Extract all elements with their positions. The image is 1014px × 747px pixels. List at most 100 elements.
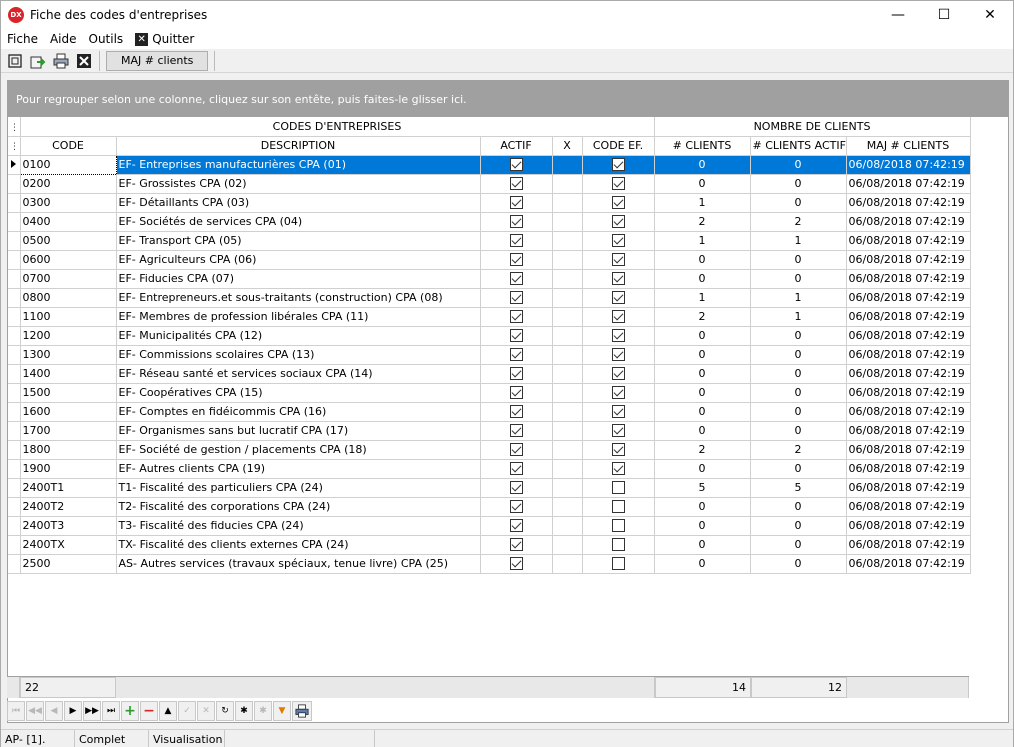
row-indicator[interactable]: [8, 345, 21, 365]
table-row[interactable]: 0200 EF- Grossistes CPA (02) 0 0 06/08/2…: [8, 174, 971, 194]
code-ef-checkbox[interactable]: [611, 234, 625, 248]
cell-description[interactable]: T3- Fiscalité des fiducies CPA (24): [116, 516, 481, 536]
cell-description[interactable]: EF- Coopératives CPA (15): [116, 383, 481, 403]
actif-checkbox[interactable]: [509, 443, 523, 457]
cell-actif[interactable]: [480, 307, 553, 327]
actif-checkbox[interactable]: [509, 500, 523, 514]
print-icon[interactable]: [292, 701, 312, 721]
cell-code[interactable]: 0700: [20, 269, 117, 289]
cell-actif[interactable]: [480, 326, 553, 346]
cell-clients-actifs[interactable]: 0: [750, 459, 847, 479]
cell-maj[interactable]: 06/08/2018 07:42:19: [846, 554, 971, 574]
cell-clients[interactable]: 0: [654, 383, 751, 403]
cell-code-ef[interactable]: [582, 269, 655, 289]
table-row[interactable]: 2400TX TX- Fiscalité des clients externe…: [8, 535, 971, 555]
table-row[interactable]: 0400 EF- Sociétés de services CPA (04) 2…: [8, 212, 971, 232]
cell-clients[interactable]: 0: [654, 250, 751, 270]
cell-code[interactable]: 2400T3: [20, 516, 117, 536]
export-icon[interactable]: [29, 52, 47, 70]
cell-x[interactable]: [552, 497, 583, 517]
post-edit-icon[interactable]: ✓: [178, 701, 196, 721]
cell-clients[interactable]: 2: [654, 212, 751, 232]
column-header-clients[interactable]: # CLIENTS: [654, 136, 751, 156]
cell-clients-actifs[interactable]: 2: [750, 440, 847, 460]
refresh-icon[interactable]: ↻: [216, 701, 234, 721]
cell-actif[interactable]: [480, 421, 553, 441]
cell-actif[interactable]: [480, 554, 553, 574]
cell-maj[interactable]: 06/08/2018 07:42:19: [846, 269, 971, 289]
cell-actif[interactable]: [480, 174, 553, 194]
cell-code-ef[interactable]: [582, 478, 655, 498]
cell-clients[interactable]: 2: [654, 440, 751, 460]
cell-code-ef[interactable]: [582, 212, 655, 232]
row-indicator[interactable]: [8, 402, 21, 422]
cell-clients[interactable]: 0: [654, 421, 751, 441]
cell-x[interactable]: [552, 212, 583, 232]
row-indicator[interactable]: [8, 535, 21, 555]
code-ef-checkbox[interactable]: [611, 272, 625, 286]
minimize-button[interactable]: —: [875, 1, 921, 29]
actif-checkbox[interactable]: [509, 519, 523, 533]
cell-description[interactable]: AS- Autres services (travaux spéciaux, t…: [116, 554, 481, 574]
cell-description[interactable]: EF- Comptes en fidéicommis CPA (16): [116, 402, 481, 422]
cell-description[interactable]: EF- Réseau santé et services sociaux CPA…: [116, 364, 481, 384]
cell-code[interactable]: 0300: [20, 193, 117, 213]
cell-actif[interactable]: [480, 231, 553, 251]
row-indicator[interactable]: [8, 383, 21, 403]
code-ef-checkbox[interactable]: [611, 215, 625, 229]
cell-description[interactable]: EF- Autres clients CPA (19): [116, 459, 481, 479]
cell-x[interactable]: [552, 440, 583, 460]
actif-checkbox[interactable]: [509, 424, 523, 438]
table-row[interactable]: 0500 EF- Transport CPA (05) 1 1 06/08/20…: [8, 231, 971, 251]
actif-checkbox[interactable]: [509, 557, 523, 571]
cell-actif[interactable]: [480, 383, 553, 403]
cell-code-ef[interactable]: [582, 459, 655, 479]
cell-description[interactable]: EF- Commissions scolaires CPA (13): [116, 345, 481, 365]
cell-description[interactable]: EF- Municipalités CPA (12): [116, 326, 481, 346]
cell-actif[interactable]: [480, 212, 553, 232]
cell-code[interactable]: 0100: [19, 154, 117, 175]
menu-outils[interactable]: Outils: [83, 29, 130, 49]
cell-clients[interactable]: 1: [654, 231, 751, 251]
row-indicator[interactable]: [8, 421, 21, 441]
cell-maj[interactable]: 06/08/2018 07:42:19: [846, 193, 971, 213]
column-header-clients-actifs[interactable]: # CLIENTS ACTIFS: [750, 136, 847, 156]
column-header-x[interactable]: X: [552, 136, 583, 156]
actif-checkbox[interactable]: [509, 158, 523, 172]
table-row[interactable]: 1800 EF- Société de gestion / placements…: [8, 440, 971, 460]
actif-checkbox[interactable]: [509, 215, 523, 229]
cell-x[interactable]: [552, 478, 583, 498]
actif-checkbox[interactable]: [509, 329, 523, 343]
last-record-icon[interactable]: ⏭: [102, 701, 120, 721]
cell-x[interactable]: [552, 535, 583, 555]
cell-x[interactable]: [552, 288, 583, 308]
cell-code-ef[interactable]: [582, 402, 655, 422]
cell-code[interactable]: 1200: [20, 326, 117, 346]
cell-maj[interactable]: 06/08/2018 07:42:19: [846, 345, 971, 365]
cell-code-ef[interactable]: [582, 288, 655, 308]
cell-maj[interactable]: 06/08/2018 07:42:19: [846, 402, 971, 422]
column-indicator[interactable]: ⋮: [8, 136, 21, 156]
menu-fiche[interactable]: Fiche: [1, 29, 44, 49]
table-row[interactable]: 2400T3 T3- Fiscalité des fiducies CPA (2…: [8, 516, 971, 536]
table-row[interactable]: 1100 EF- Membres de profession libérales…: [8, 307, 971, 327]
code-ef-checkbox[interactable]: [611, 310, 625, 324]
table-row[interactable]: 0800 EF- Entrepreneurs.et sous-traitants…: [8, 288, 971, 308]
column-header-code[interactable]: CODE: [20, 136, 117, 156]
column-header-description[interactable]: DESCRIPTION: [116, 136, 481, 156]
row-indicator[interactable]: [8, 478, 21, 498]
prev-record-icon[interactable]: ◀: [45, 701, 63, 721]
row-indicator[interactable]: [8, 155, 21, 175]
cell-code-ef[interactable]: [582, 231, 655, 251]
cell-actif[interactable]: [480, 459, 553, 479]
actif-checkbox[interactable]: [509, 405, 523, 419]
first-page-icon[interactable]: ⏮: [7, 701, 25, 721]
table-row[interactable]: 0700 EF- Fiducies CPA (07) 0 0 06/08/201…: [8, 269, 971, 289]
cell-maj[interactable]: 06/08/2018 07:42:19: [846, 535, 971, 555]
code-ef-checkbox[interactable]: [611, 443, 625, 457]
cell-code-ef[interactable]: [582, 193, 655, 213]
actif-checkbox[interactable]: [509, 196, 523, 210]
cell-code[interactable]: 1900: [20, 459, 117, 479]
column-header-maj[interactable]: MAJ # CLIENTS: [846, 136, 971, 156]
cell-maj[interactable]: 06/08/2018 07:42:19: [846, 516, 971, 536]
